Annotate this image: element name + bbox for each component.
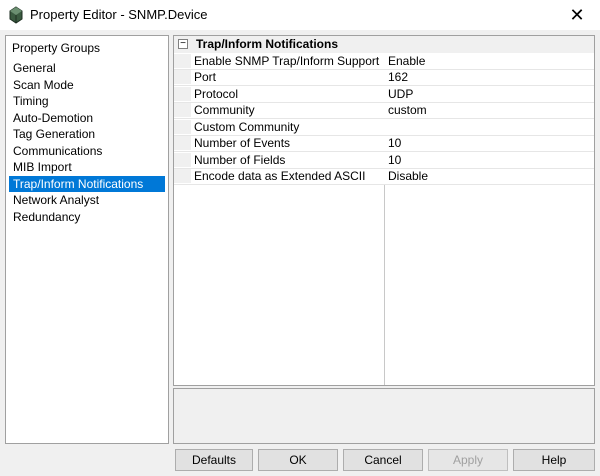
property-name: Community: [174, 103, 384, 118]
table-row[interactable]: Protocol UDP: [174, 86, 594, 103]
property-name: Port: [174, 70, 384, 85]
property-name: Protocol: [174, 86, 384, 101]
property-value[interactable]: custom: [384, 103, 594, 117]
cancel-button[interactable]: Cancel: [343, 449, 423, 471]
property-name: Enable SNMP Trap/Inform Support: [174, 53, 384, 68]
property-rows: Enable SNMP Trap/Inform Support Enable P…: [174, 53, 594, 185]
group-item-scan-mode[interactable]: Scan Mode: [9, 77, 165, 94]
table-row[interactable]: Enable SNMP Trap/Inform Support Enable: [174, 53, 594, 70]
group-item-redundancy[interactable]: Redundancy: [9, 209, 165, 226]
property-name: Number of Events: [174, 136, 384, 151]
property-value[interactable]: 10: [384, 153, 594, 167]
property-groups-panel: Property Groups General Scan Mode Timing…: [5, 35, 169, 444]
table-row[interactable]: Encode data as Extended ASCII Disable: [174, 168, 594, 185]
description-panel: [173, 388, 595, 444]
group-item-communications[interactable]: Communications: [9, 143, 165, 160]
app-icon: [9, 6, 23, 24]
property-groups-header: Property Groups: [12, 41, 101, 55]
property-groups-list: General Scan Mode Timing Auto-Demotion T…: [9, 60, 165, 225]
table-row[interactable]: Community custom: [174, 102, 594, 119]
close-icon: ✕: [569, 4, 585, 25]
group-item-mib-import[interactable]: MIB Import: [9, 159, 165, 176]
property-name: Number of Fields: [174, 152, 384, 167]
group-item-network-analyst[interactable]: Network Analyst: [9, 192, 165, 209]
property-name: Encode data as Extended ASCII: [174, 169, 384, 184]
property-value[interactable]: Enable: [384, 54, 594, 68]
collapse-icon[interactable]: −: [178, 39, 188, 49]
window-title: Property Editor - SNMP.Device: [30, 7, 208, 22]
property-value[interactable]: 162: [384, 70, 594, 84]
category-row[interactable]: − Trap/Inform Notifications: [174, 36, 594, 53]
help-button[interactable]: Help: [513, 449, 595, 471]
property-name: Custom Community: [174, 119, 384, 134]
apply-button[interactable]: Apply: [428, 449, 508, 471]
table-row[interactable]: Custom Community: [174, 119, 594, 136]
property-value[interactable]: 10: [384, 136, 594, 150]
property-value[interactable]: Disable: [384, 169, 594, 183]
close-button[interactable]: ✕: [554, 0, 600, 30]
title-bar: Property Editor - SNMP.Device ✕: [0, 0, 600, 30]
table-row[interactable]: Number of Fields 10: [174, 152, 594, 169]
group-item-tag-generation[interactable]: Tag Generation: [9, 126, 165, 143]
ok-button[interactable]: OK: [258, 449, 338, 471]
defaults-button[interactable]: Defaults: [175, 449, 253, 471]
table-row[interactable]: Port 162: [174, 69, 594, 86]
property-value[interactable]: UDP: [384, 87, 594, 101]
property-grid: − Trap/Inform Notifications Enable SNMP …: [173, 35, 595, 386]
group-item-auto-demotion[interactable]: Auto-Demotion: [9, 110, 165, 127]
group-item-trap-inform-notifications[interactable]: Trap/Inform Notifications: [9, 175, 165, 192]
group-item-general[interactable]: General: [9, 60, 165, 77]
table-row[interactable]: Number of Events 10: [174, 135, 594, 152]
category-label: Trap/Inform Notifications: [196, 37, 339, 51]
group-item-timing[interactable]: Timing: [9, 93, 165, 110]
